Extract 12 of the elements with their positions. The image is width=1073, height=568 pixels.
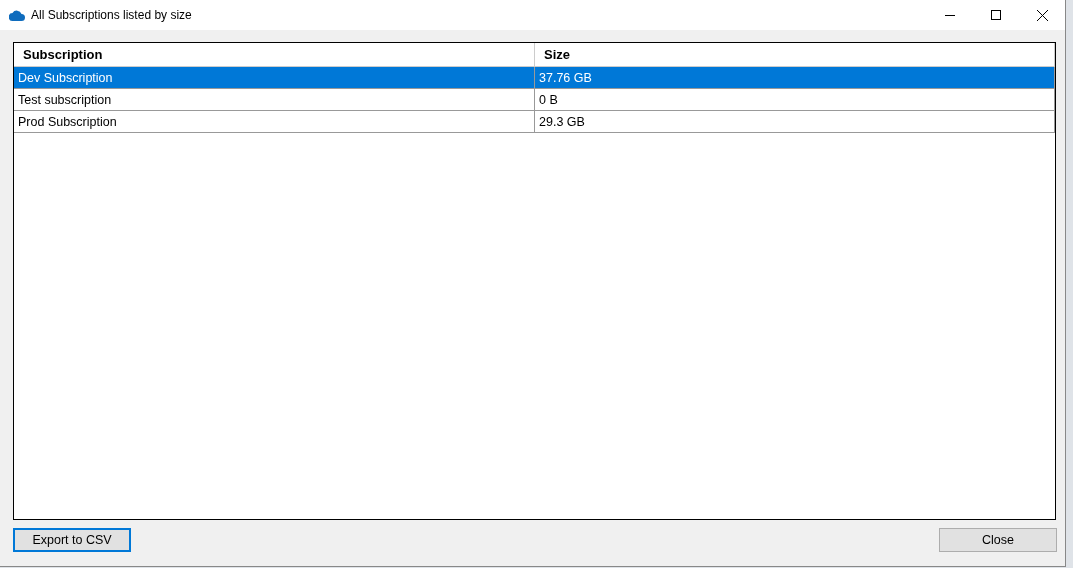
table-cell[interactable]: Dev Subscription (14, 67, 535, 89)
close-button[interactable]: Close (939, 528, 1057, 552)
table-cell[interactable]: Prod Subscription (14, 111, 535, 133)
table-cell[interactable]: 29.3 GB (535, 111, 1055, 133)
table-cell[interactable]: Test subscription (14, 89, 535, 111)
table-cell[interactable]: 0 B (535, 89, 1055, 111)
cloud-icon (9, 9, 25, 21)
table-cell[interactable]: 37.76 GB (535, 67, 1055, 89)
close-icon[interactable] (1036, 9, 1048, 21)
export-button[interactable]: Export to CSV (13, 528, 131, 552)
window-title: All Subscriptions listed by size (31, 8, 193, 22)
maximize-icon[interactable] (991, 10, 1001, 20)
